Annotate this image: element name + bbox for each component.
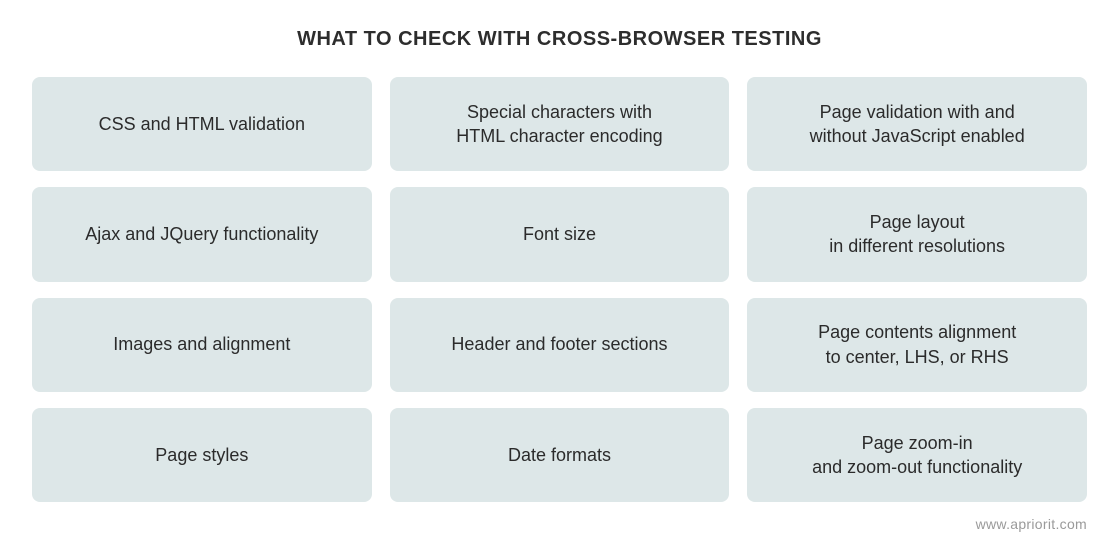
checklist-card: Header and footer sections xyxy=(390,298,730,392)
checklist-card: Page styles xyxy=(32,408,372,502)
checklist-card: Special characters with HTML character e… xyxy=(390,77,730,171)
checklist-card: Date formats xyxy=(390,408,730,502)
checklist-grid: CSS and HTML validation Special characte… xyxy=(32,77,1087,502)
footer-credit: www.apriorit.com xyxy=(32,516,1087,532)
checklist-card: Ajax and JQuery functionality xyxy=(32,187,372,281)
page-title: WHAT TO CHECK WITH CROSS-BROWSER TESTING xyxy=(32,28,1087,51)
checklist-card: Page zoom-in and zoom-out functionality xyxy=(747,408,1087,502)
checklist-card: Images and alignment xyxy=(32,298,372,392)
checklist-card: Page validation with and without JavaScr… xyxy=(747,77,1087,171)
checklist-card: CSS and HTML validation xyxy=(32,77,372,171)
checklist-card: Page layout in different resolutions xyxy=(747,187,1087,281)
checklist-card: Page contents alignment to center, LHS, … xyxy=(747,298,1087,392)
checklist-card: Font size xyxy=(390,187,730,281)
